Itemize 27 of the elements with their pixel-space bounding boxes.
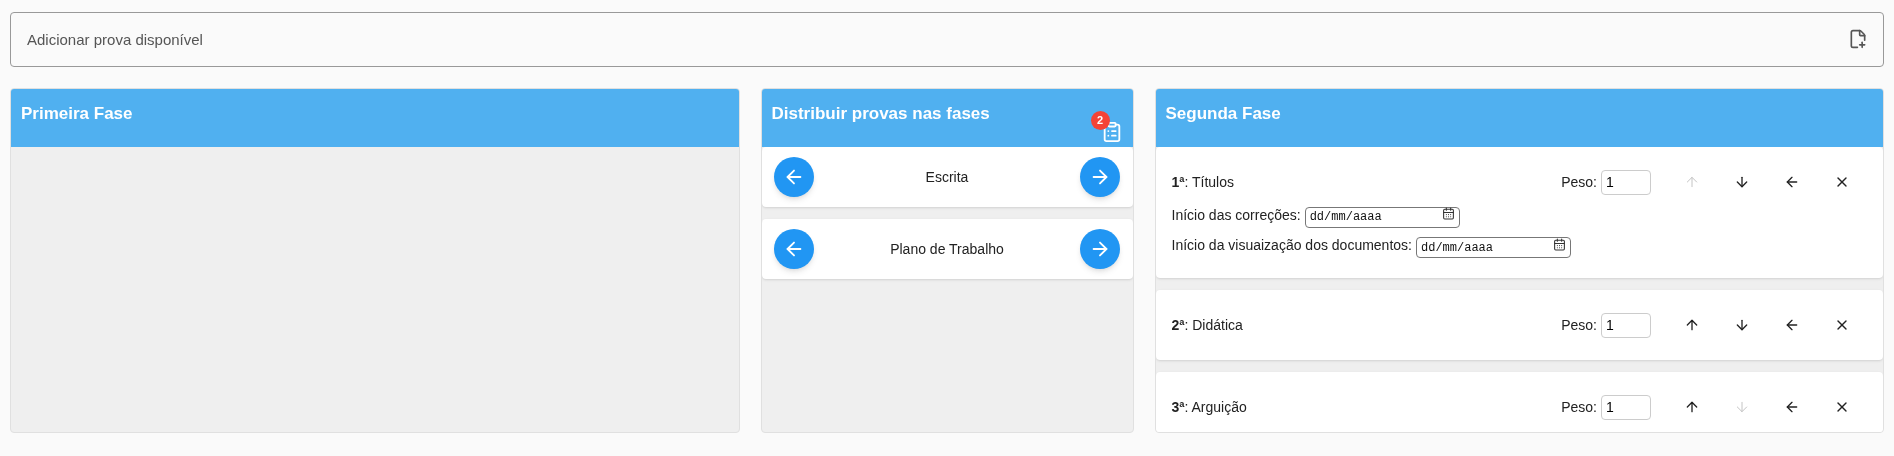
move-right-button[interactable] [1080, 157, 1121, 197]
panel-title: Distribuir provas nas fases [771, 104, 990, 123]
weight-label: Peso: [1561, 172, 1597, 192]
weight-label: Peso: [1561, 397, 1597, 417]
exam-name: 2ª: Didática [1171, 315, 1244, 335]
calendar-icon[interactable] [1553, 237, 1566, 251]
exam-name: 1ª: Títulos [1171, 172, 1235, 192]
move-left-button[interactable] [773, 229, 814, 269]
date-label: Início das correções: [1171, 205, 1301, 225]
weight-field[interactable]: 1 [1601, 169, 1651, 195]
date-field[interactable]: dd/mm/aaaa [1304, 206, 1460, 228]
panel-title: Primeira Fase [21, 104, 133, 123]
calendar-icon[interactable] [1441, 207, 1455, 220]
panel-title: Segunda Fase [1165, 104, 1281, 123]
date-label: Início da visuaização dos documentos: [1171, 236, 1412, 256]
exam-name: Plano de Trabalho [890, 239, 1004, 259]
count-badge: 2 [1090, 111, 1110, 130]
add-file-icon[interactable] [1848, 29, 1868, 49]
add-exam-field[interactable]: Adicionar prova disponível [10, 12, 1884, 67]
move-left-button[interactable] [773, 157, 814, 197]
date-field[interactable]: dd/mm/aaaa [1416, 237, 1571, 258]
exam-name: 3ª: Arguição [1171, 397, 1248, 417]
weight-field[interactable]: 1 [1601, 394, 1651, 420]
weight-label: Peso: [1561, 315, 1597, 335]
weight-field[interactable]: 1 [1601, 312, 1651, 338]
move-right-button[interactable] [1080, 229, 1121, 269]
exam-name: Escrita [925, 167, 969, 187]
